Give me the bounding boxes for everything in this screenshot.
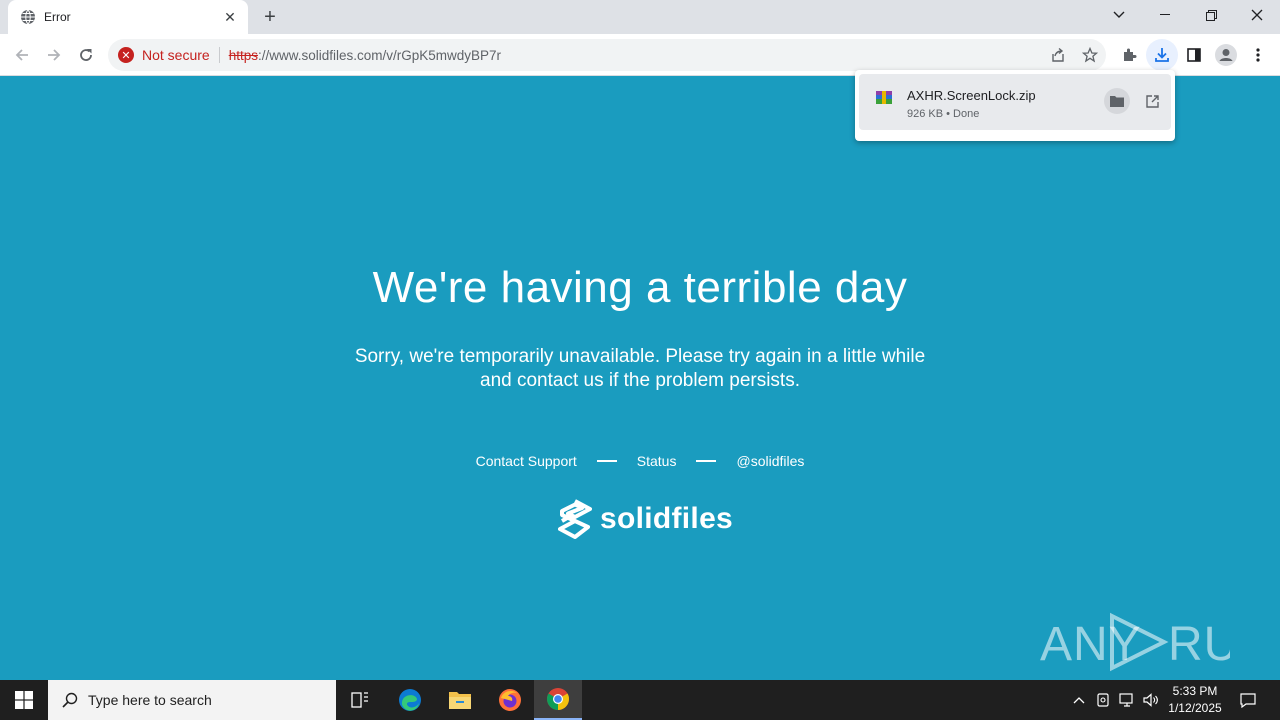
side-panel-icon[interactable] (1178, 39, 1210, 71)
search-placeholder: Type here to search (88, 692, 212, 708)
download-bubble: AXHR.ScreenLock.zip 926 KB • Done (855, 70, 1175, 141)
archive-file-icon (876, 91, 892, 104)
taskbar-search-box[interactable]: Type here to search (48, 680, 336, 720)
svg-text:ANY: ANY (1040, 618, 1142, 671)
edge-icon[interactable] (386, 680, 434, 720)
anyrun-logo: ANY RUN (1040, 612, 1230, 672)
svg-text:RUN: RUN (1168, 618, 1230, 671)
solidfiles-logo[interactable]: solidfiles (558, 499, 733, 539)
downloads-icon[interactable] (1146, 39, 1178, 71)
link-divider (596, 460, 617, 462)
link-divider (696, 460, 717, 462)
menu-kebab-icon[interactable] (1242, 39, 1274, 71)
restore-icon[interactable] (1188, 0, 1234, 30)
start-button[interactable] (0, 680, 48, 720)
footer-links: Contact Support Status @solidfiles (0, 453, 1280, 469)
tab-search-chevron-icon[interactable] (1096, 0, 1142, 30)
page-heading: We're having a terrible day (372, 263, 908, 312)
omnibox-separator (218, 47, 220, 63)
file-explorer-icon[interactable] (436, 680, 484, 720)
notification-center-icon[interactable] (1234, 680, 1262, 720)
clock-time: 5:33 PM (1172, 684, 1218, 698)
profile-avatar-icon[interactable] (1210, 39, 1242, 71)
windows-taskbar: Type here to search 5:33 PM 1/12/2025 (0, 680, 1280, 720)
logo-text: solidfiles (600, 502, 734, 535)
subtitle-line-2: and contact us if the problem persists. (480, 370, 800, 391)
forward-arrow-icon[interactable] (38, 39, 70, 71)
close-tab-icon[interactable]: ✕ (222, 9, 238, 25)
clock-date: 1/12/2025 (1168, 701, 1222, 715)
network-icon[interactable] (1116, 680, 1138, 720)
download-item[interactable]: AXHR.ScreenLock.zip 926 KB • Done (859, 74, 1171, 130)
not-secure-label: Not secure (142, 47, 210, 63)
taskbar-clock[interactable]: 5:33 PM 1/12/2025 (1162, 683, 1228, 717)
reload-icon[interactable] (70, 39, 102, 71)
search-icon (62, 692, 78, 708)
url-rest: ://www.solidfiles.com/v/rGpK5mwdyBP7r (257, 47, 502, 63)
extensions-icon[interactable] (1114, 39, 1146, 71)
download-status: 926 KB • Done (907, 108, 980, 120)
task-view-icon[interactable] (336, 680, 384, 720)
windows-logo-icon (15, 691, 33, 709)
anyrun-watermark: ANY RUN (1040, 610, 1230, 674)
back-arrow-icon[interactable] (6, 39, 38, 71)
close-window-icon[interactable] (1234, 0, 1280, 30)
not-secure-icon: ✕ (118, 47, 134, 63)
minimize-icon[interactable] (1142, 0, 1188, 30)
error-page: We're having a terrible day Sorry, we're… (0, 77, 1280, 680)
solidfiles-logo-icon (558, 499, 592, 539)
tray-device-icon[interactable] (1092, 680, 1114, 720)
globe-icon (21, 9, 35, 25)
new-tab-button[interactable]: + (258, 6, 282, 28)
bookmark-star-icon[interactable] (1074, 39, 1106, 71)
tab-strip: Error ✕ + (0, 0, 1280, 34)
address-bar[interactable]: ✕ Not secure https://www.solidfiles.com/… (108, 39, 1106, 71)
download-filename: AXHR.ScreenLock.zip (907, 88, 1036, 103)
share-icon[interactable] (1042, 39, 1074, 71)
subtitle-line-1: Sorry, we're temporarily unavailable. Pl… (354, 346, 926, 367)
tab-error[interactable]: Error ✕ (8, 0, 248, 34)
show-in-folder-icon[interactable] (1104, 88, 1130, 114)
firefox-icon[interactable] (486, 680, 534, 720)
page-subtitle: Sorry, we're temporarily unavailable. Pl… (0, 345, 1280, 393)
tray-chevron-up-icon[interactable] (1068, 680, 1090, 720)
url-text[interactable]: https://www.solidfiles.com/v/rGpK5mwdyBP… (229, 48, 501, 63)
tab-title: Error (44, 10, 71, 24)
status-link[interactable]: Status (637, 453, 677, 469)
url-scheme: https (228, 47, 258, 63)
twitter-link[interactable]: @solidfiles (736, 453, 804, 469)
security-indicator[interactable]: ✕ Not secure (118, 47, 210, 63)
open-external-icon[interactable] (1139, 88, 1165, 114)
contact-support-link[interactable]: Contact Support (476, 453, 577, 469)
chrome-icon[interactable] (534, 680, 582, 720)
volume-icon[interactable] (1140, 680, 1162, 720)
